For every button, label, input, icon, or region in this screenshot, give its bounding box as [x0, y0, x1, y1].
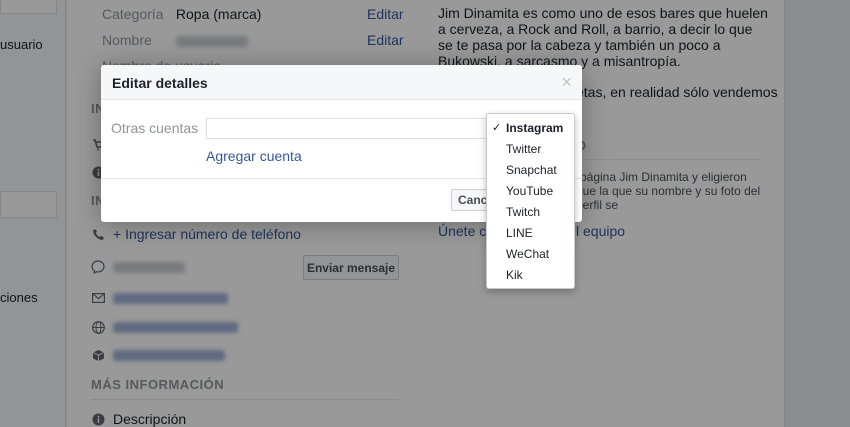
other-accounts-label: Otras cuentas [111, 120, 199, 136]
add-account-link[interactable]: Agregar cuenta [206, 148, 302, 164]
close-icon[interactable]: × [561, 73, 572, 91]
dialog-title: Editar detalles [112, 75, 208, 91]
menu-item-youtube[interactable]: YouTube [487, 181, 574, 202]
other-accounts-input[interactable] [206, 118, 496, 139]
menu-item-twitch[interactable]: Twitch [487, 202, 574, 223]
menu-item-line[interactable]: LINE [487, 223, 574, 244]
menu-item-wechat[interactable]: WeChat [487, 244, 574, 265]
check-icon: ✓ [492, 122, 502, 134]
menu-item-kik[interactable]: Kik [487, 265, 574, 286]
menu-item-twitter[interactable]: Twitter [487, 139, 574, 160]
dialog-header: Editar detalles × [101, 65, 582, 100]
network-dropdown-menu: ✓ Instagram Twitter Snapchat YouTube Twi… [486, 113, 575, 289]
menu-item-label: Instagram [506, 121, 564, 135]
menu-item-snapchat[interactable]: Snapchat [487, 160, 574, 181]
menu-item-instagram[interactable]: ✓ Instagram [487, 118, 574, 139]
